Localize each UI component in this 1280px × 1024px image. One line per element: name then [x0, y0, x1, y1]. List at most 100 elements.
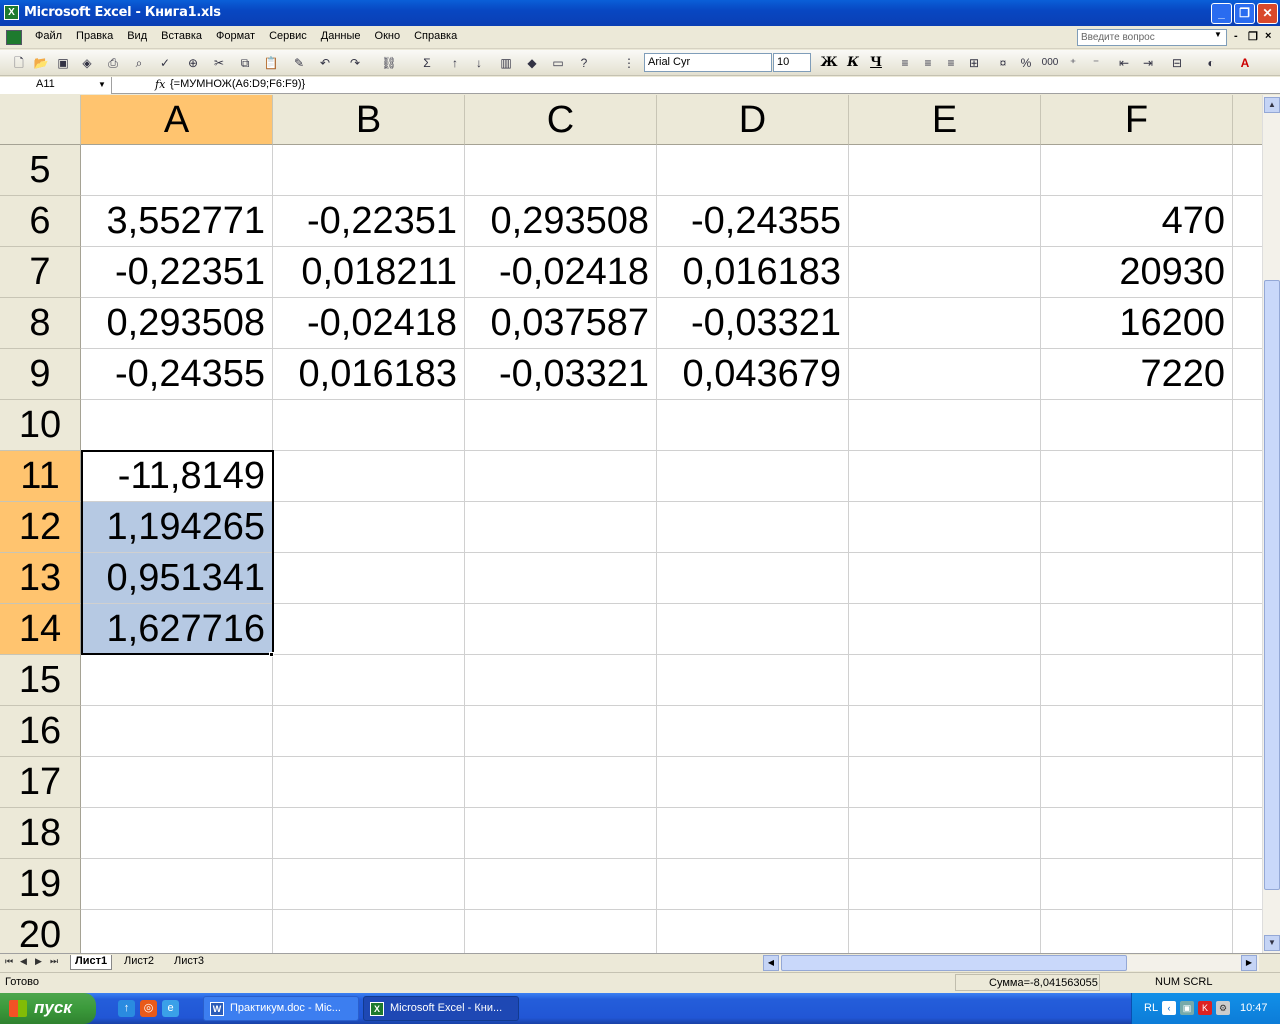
cell-f5[interactable]: [1041, 145, 1233, 196]
cell-g12[interactable]: [1233, 502, 1262, 553]
cell-g10[interactable]: [1233, 400, 1262, 451]
align-right-icon[interactable]: ≡: [942, 54, 960, 72]
cell-d13[interactable]: [657, 553, 849, 604]
column-header-a[interactable]: A: [81, 95, 273, 145]
increase-indent-icon[interactable]: ⇥: [1139, 54, 1157, 72]
menu-item[interactable]: Вставка: [154, 30, 209, 42]
vertical-scroll-thumb[interactable]: [1264, 280, 1280, 890]
column-header-g[interactable]: [1233, 95, 1262, 145]
prev-sheet-icon[interactable]: ◀: [20, 956, 27, 967]
cell-e8[interactable]: [849, 298, 1041, 349]
cell-a16[interactable]: [81, 706, 273, 757]
menu-item[interactable]: Формат: [209, 30, 262, 42]
font-size-select[interactable]: 10: [773, 53, 811, 72]
menu-item[interactable]: Правка: [69, 30, 120, 42]
undo-icon[interactable]: ↶: [316, 54, 334, 72]
cell-g6[interactable]: [1233, 196, 1262, 247]
cell-e20[interactable]: [849, 910, 1041, 953]
cell-b15[interactable]: [273, 655, 465, 706]
spreadsheet-grid[interactable]: A B C D E F 5 6 3,552771 -0,22351 0,293508 -0,24355…: [0, 95, 1262, 953]
insert-function-icon[interactable]: fx: [155, 78, 165, 91]
cell-e19[interactable]: [849, 859, 1041, 910]
column-header-b[interactable]: B: [273, 95, 465, 145]
cell-g17[interactable]: [1233, 757, 1262, 808]
cell-f17[interactable]: [1041, 757, 1233, 808]
cell-d20[interactable]: [657, 910, 849, 953]
last-sheet-icon[interactable]: ⏭: [50, 956, 58, 967]
cell-f13[interactable]: [1041, 553, 1233, 604]
cell-a9[interactable]: -0,24355: [81, 349, 273, 400]
cell-e10[interactable]: [849, 400, 1041, 451]
doc-close-button[interactable]: ×: [1265, 30, 1271, 42]
bold-button[interactable]: Ж: [820, 54, 838, 72]
cell-a12[interactable]: 1,194265: [81, 502, 273, 553]
ask-question-input[interactable]: Введите вопрос: [1077, 29, 1227, 46]
cell-e9[interactable]: [849, 349, 1041, 400]
cell-a13[interactable]: 0,951341: [81, 553, 273, 604]
cell-f7[interactable]: 20930: [1041, 247, 1233, 298]
cell-d19[interactable]: [657, 859, 849, 910]
help-icon[interactable]: ?: [575, 54, 593, 72]
cell-e17[interactable]: [849, 757, 1041, 808]
toolbar-options-icon[interactable]: ⋮: [620, 54, 638, 72]
cell-g8[interactable]: [1233, 298, 1262, 349]
menu-item[interactable]: Сервис: [262, 30, 314, 42]
cell-d17[interactable]: [657, 757, 849, 808]
row-header[interactable]: 16: [0, 706, 81, 757]
cell-b8[interactable]: -0,02418: [273, 298, 465, 349]
cell-c18[interactable]: [465, 808, 657, 859]
row-header[interactable]: 13: [0, 553, 81, 604]
cell-c15[interactable]: [465, 655, 657, 706]
cell-e18[interactable]: [849, 808, 1041, 859]
align-center-icon[interactable]: ≡: [919, 54, 937, 72]
redo-icon[interactable]: ↷: [346, 54, 364, 72]
italic-button[interactable]: К: [844, 54, 862, 72]
save-icon[interactable]: ▣: [54, 54, 72, 72]
open-icon[interactable]: 📂: [32, 54, 50, 72]
column-header-c[interactable]: C: [465, 95, 657, 145]
cell-e13[interactable]: [849, 553, 1041, 604]
sheet-tab[interactable]: Лист1: [70, 955, 113, 970]
cell-e12[interactable]: [849, 502, 1041, 553]
row-header[interactable]: 15: [0, 655, 81, 706]
menu-item[interactable]: Справка: [407, 30, 464, 42]
cell-b6[interactable]: -0,22351: [273, 196, 465, 247]
formula-input[interactable]: {=МУМНОЖ(A6:D9;F6:F9)}: [170, 78, 305, 90]
print-icon[interactable]: ⎙: [104, 54, 122, 72]
quicklaunch-app-icon[interactable]: ◎: [140, 1000, 157, 1017]
cell-d8[interactable]: -0,03321: [657, 298, 849, 349]
cell-c11[interactable]: [465, 451, 657, 502]
taskbar-button[interactable]: X Microsoft Excel - Кни...: [363, 996, 519, 1021]
scroll-down-icon[interactable]: ▼: [1264, 935, 1280, 951]
start-button[interactable]: пуск: [0, 993, 96, 1024]
cell-c12[interactable]: [465, 502, 657, 553]
minimize-button[interactable]: _: [1211, 3, 1232, 24]
next-sheet-icon[interactable]: ▶: [35, 956, 42, 967]
drawing-icon[interactable]: ◆: [523, 54, 541, 72]
fill-handle[interactable]: [269, 652, 274, 657]
cell-a14[interactable]: 1,627716: [81, 604, 273, 655]
row-header[interactable]: 17: [0, 757, 81, 808]
cell-d7[interactable]: 0,016183: [657, 247, 849, 298]
cell-g16[interactable]: [1233, 706, 1262, 757]
ask-dropdown-icon[interactable]: ▼: [1214, 30, 1222, 39]
cell-a5[interactable]: [81, 145, 273, 196]
permission-icon[interactable]: ◈: [78, 54, 96, 72]
workbook-icon[interactable]: [6, 30, 22, 45]
cell-a17[interactable]: [81, 757, 273, 808]
cut-icon[interactable]: ✂: [210, 54, 228, 72]
cell-f16[interactable]: [1041, 706, 1233, 757]
cell-b13[interactable]: [273, 553, 465, 604]
cell-g19[interactable]: [1233, 859, 1262, 910]
cell-a18[interactable]: [81, 808, 273, 859]
taskbar-button[interactable]: W Практикум.doc - Mic...: [203, 996, 359, 1021]
row-header[interactable]: 8: [0, 298, 81, 349]
align-left-icon[interactable]: ≡: [896, 54, 914, 72]
row-header[interactable]: 12: [0, 502, 81, 553]
cell-d6[interactable]: -0,24355: [657, 196, 849, 247]
column-header-e[interactable]: E: [849, 95, 1041, 145]
tray-app-icon[interactable]: ⚙: [1216, 1001, 1230, 1015]
cell-f12[interactable]: [1041, 502, 1233, 553]
format-painter-icon[interactable]: ✎: [290, 54, 308, 72]
cell-b7[interactable]: 0,018211: [273, 247, 465, 298]
